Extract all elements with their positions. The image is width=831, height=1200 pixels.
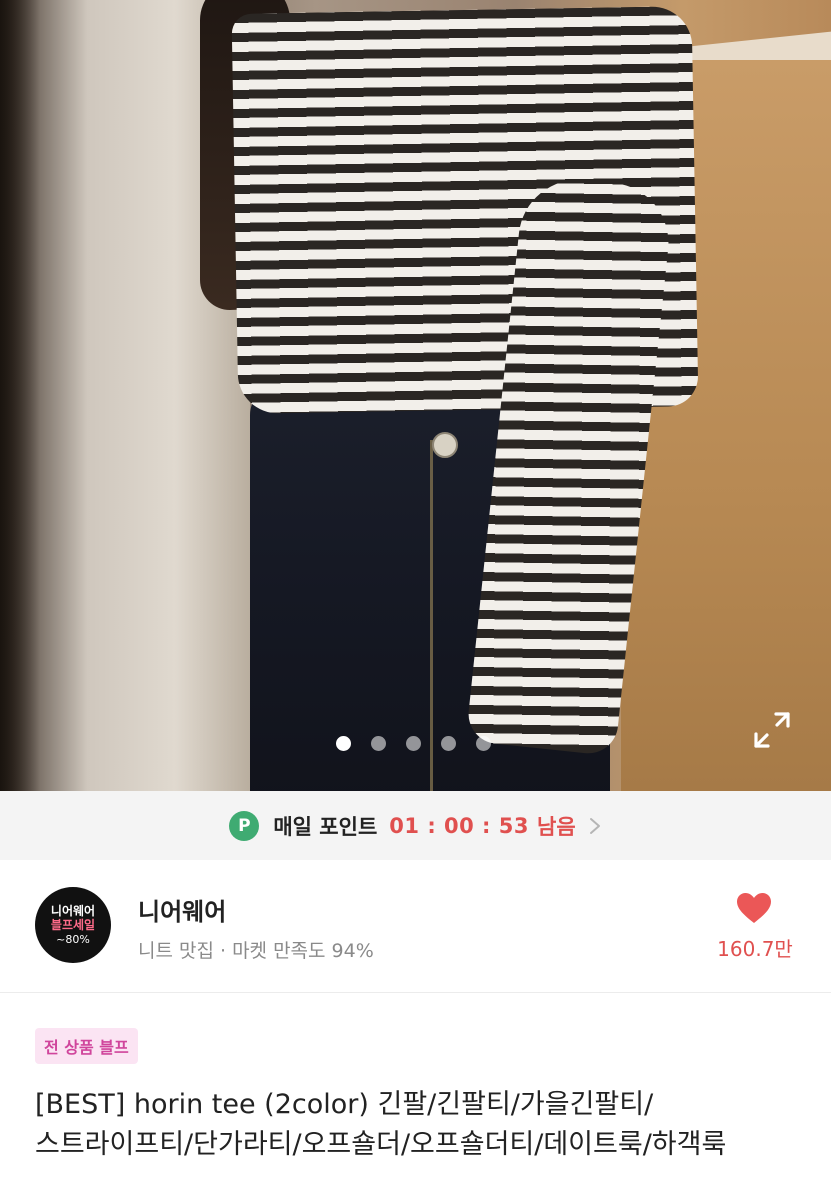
carousel-dot[interactable] bbox=[371, 736, 386, 751]
product-image-carousel[interactable] bbox=[0, 0, 831, 791]
carousel-dot[interactable] bbox=[336, 736, 351, 751]
points-icon: P bbox=[229, 810, 260, 841]
shop-logo-discount: ~80% bbox=[56, 932, 90, 946]
shop-info[interactable]: 니어웨어 블프세일 ~80% 니어웨어 니트 맛집 · 마켓 만족도 94% bbox=[0, 860, 831, 993]
shop-logo-sale: 블프세일 bbox=[50, 918, 96, 933]
photo-shadow bbox=[0, 0, 40, 791]
carousel-dot[interactable] bbox=[441, 736, 456, 751]
points-remaining-label: 남음 bbox=[537, 814, 576, 839]
points-timer: 01 : 00 : 53 bbox=[389, 813, 529, 838]
expand-icon[interactable] bbox=[753, 711, 791, 749]
carousel-dots bbox=[336, 736, 491, 751]
sale-tag: 전 상품 블프 bbox=[35, 1028, 138, 1064]
product-page: P 매일 포인트 01 : 00 : 53 남음 니어웨어 블프세일 ~80% … bbox=[0, 0, 831, 1200]
points-label: 매일 포인트 bbox=[273, 814, 378, 839]
like-count: 160.7만 bbox=[717, 937, 793, 961]
carousel-dot[interactable] bbox=[406, 736, 421, 751]
shop-meta: 니트 맛집 · 마켓 만족도 94% bbox=[138, 940, 374, 962]
shop-name[interactable]: 니어웨어 bbox=[138, 892, 226, 927]
chevron-right-icon bbox=[589, 817, 600, 834]
product-title: [BEST] horin tee (2color) 긴팔/긴팔티/가을긴팔티/스… bbox=[35, 1089, 727, 1160]
shop-logo[interactable]: 니어웨어 블프세일 ~80% bbox=[35, 887, 111, 963]
daily-points-banner[interactable]: P 매일 포인트 01 : 00 : 53 남음 bbox=[0, 791, 831, 860]
shop-logo-name: 니어웨어 bbox=[50, 904, 96, 919]
heart-icon[interactable] bbox=[736, 892, 772, 924]
carousel-dot[interactable] bbox=[476, 736, 491, 751]
photo-jeans-button bbox=[432, 432, 458, 458]
